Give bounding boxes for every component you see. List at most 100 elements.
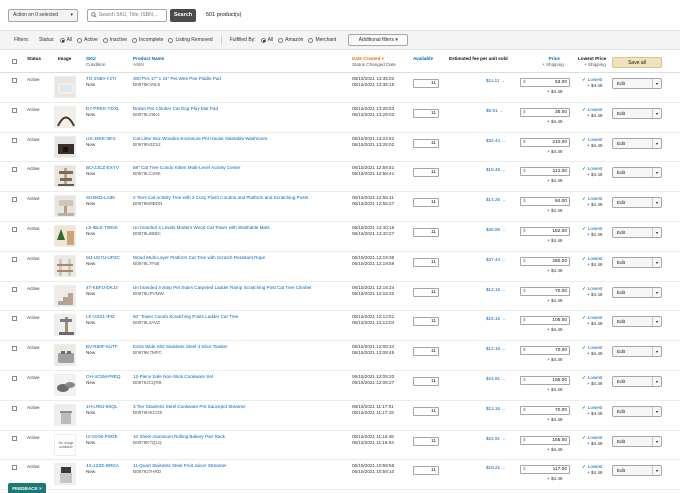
edit-dropdown[interactable]: Edit ▾ bbox=[612, 197, 662, 209]
col-product-name[interactable]: Product Name ASIN bbox=[133, 56, 164, 68]
product-name-link[interactable]: Un branded 4 Levels Modern Wood Cat Towe… bbox=[133, 225, 343, 231]
product-thumbnail[interactable] bbox=[54, 344, 76, 367]
fee-cell[interactable]: $32.44 ⌄ bbox=[486, 138, 506, 144]
price-input[interactable]: $182.00 bbox=[520, 226, 570, 236]
chevron-down-icon[interactable]: ▾ bbox=[652, 79, 661, 88]
price-input[interactable]: $155.00 bbox=[520, 375, 570, 385]
available-input[interactable]: 11 bbox=[413, 168, 439, 178]
col-sku[interactable]: SKU Condition bbox=[86, 56, 105, 68]
product-thumbnail[interactable] bbox=[54, 224, 76, 247]
row-checkbox[interactable] bbox=[12, 226, 17, 232]
edit-dropdown[interactable]: Edit ▾ bbox=[612, 78, 662, 89]
row-checkbox[interactable] bbox=[12, 137, 17, 143]
fee-cell[interactable]: $12.16 ⌄ bbox=[486, 287, 506, 293]
fee-cell[interactable]: $15.15 ⌄ bbox=[486, 316, 506, 322]
feedback-button[interactable]: FEEDBACK × bbox=[8, 483, 46, 493]
status-radio-all[interactable]: All bbox=[59, 37, 72, 43]
fee-cell[interactable]: $12.16 ⌄ bbox=[486, 406, 506, 412]
available-input[interactable]: 11 bbox=[413, 227, 439, 237]
product-thumbnail[interactable] bbox=[54, 165, 76, 188]
product-thumbnail[interactable] bbox=[54, 284, 76, 307]
product-name-link[interactable]: Cat Litter Box Wooden Enclosure Pet Hous… bbox=[133, 136, 343, 142]
row-checkbox[interactable] bbox=[12, 78, 17, 83]
price-input[interactable]: $63.00 bbox=[520, 78, 570, 87]
row-checkbox[interactable] bbox=[12, 286, 17, 292]
fee-cell[interactable]: $28.96 ⌄ bbox=[486, 227, 506, 233]
row-checkbox[interactable] bbox=[12, 256, 17, 262]
product-thumbnail[interactable] bbox=[54, 314, 76, 337]
product-name-link[interactable]: Wood Multi-Layer Platform Cat Tree with … bbox=[133, 255, 343, 261]
available-input[interactable]: 11 bbox=[413, 108, 439, 118]
fee-cell[interactable]: $37.44 ⌄ bbox=[486, 257, 506, 263]
product-name-link[interactable]: Brown Pet Climber Cat Dog Play Mat Pad bbox=[133, 106, 343, 112]
product-thumbnail[interactable] bbox=[54, 135, 76, 158]
chevron-down-icon[interactable]: ▾ bbox=[652, 227, 661, 237]
available-input[interactable]: 11 bbox=[413, 198, 439, 208]
search-box[interactable] bbox=[87, 8, 167, 22]
chevron-down-icon[interactable]: ▾ bbox=[652, 108, 661, 118]
chevron-down-icon[interactable]: ▾ bbox=[652, 287, 661, 297]
product-name-link[interactable]: 11-Quart Stainless Steel Fruit Juicer St… bbox=[133, 463, 343, 469]
chevron-down-icon[interactable]: ▾ bbox=[652, 138, 661, 148]
price-input[interactable]: $84.00 bbox=[520, 197, 570, 207]
row-checkbox[interactable] bbox=[12, 465, 17, 471]
price-input[interactable]: $70.00 bbox=[520, 346, 570, 356]
available-input[interactable]: 11 bbox=[413, 317, 439, 327]
chevron-down-icon[interactable]: ▾ bbox=[652, 406, 661, 416]
product-thumbnail[interactable] bbox=[54, 254, 76, 277]
edit-dropdown[interactable]: Edit ▾ bbox=[612, 465, 662, 477]
product-thumbnail[interactable] bbox=[54, 76, 76, 98]
row-checkbox[interactable] bbox=[12, 197, 17, 203]
price-input[interactable]: $117.00 bbox=[520, 465, 570, 475]
row-checkbox[interactable] bbox=[12, 375, 17, 381]
edit-dropdown[interactable]: Edit ▾ bbox=[612, 137, 662, 149]
chevron-down-icon[interactable]: ▾ bbox=[652, 317, 661, 327]
product-name-link[interactable]: 300 Pcs 17" x 24" Pet Wee Pee Piddle Pad bbox=[133, 76, 343, 82]
status-radio-inactive[interactable]: Inactive bbox=[102, 37, 127, 43]
available-input[interactable]: 11 bbox=[413, 376, 439, 386]
available-input[interactable]: 11 bbox=[413, 406, 439, 416]
price-input[interactable]: $105.00 bbox=[520, 316, 570, 326]
available-input[interactable]: 11 bbox=[413, 466, 439, 476]
product-thumbnail[interactable] bbox=[54, 373, 76, 396]
chevron-down-icon[interactable]: ▾ bbox=[652, 257, 661, 267]
edit-dropdown[interactable]: Edit ▾ bbox=[612, 346, 662, 358]
available-input[interactable]: 11 bbox=[413, 287, 439, 297]
fulfilled-radio-amazon[interactable]: Amazon bbox=[278, 37, 303, 43]
select-all-checkbox[interactable] bbox=[12, 59, 17, 64]
status-radio-removed[interactable]: Listing Removed bbox=[168, 37, 213, 43]
fee-cell[interactable]: $18.46 ⌄ bbox=[486, 167, 506, 173]
additional-filters-button[interactable]: Additional filters ▾ bbox=[348, 34, 409, 46]
product-name-link[interactable]: 68" Cat Tree Condo Kitten Multi-Level Ac… bbox=[133, 165, 343, 171]
product-name-link[interactable]: 12-Piece Safe Non-Stick Cookware Set bbox=[133, 374, 343, 380]
product-name-link[interactable]: 50" Tower Condo Scratching Posts Ladder … bbox=[133, 314, 343, 320]
edit-dropdown[interactable]: Edit ▾ bbox=[612, 107, 662, 119]
chevron-down-icon[interactable]: ▾ bbox=[652, 168, 661, 178]
status-radio-active[interactable]: Active bbox=[77, 37, 98, 43]
status-radio-incomplete[interactable]: Incomplete bbox=[132, 37, 163, 43]
fulfilled-radio-merchant[interactable]: Merchant bbox=[308, 37, 336, 43]
edit-dropdown[interactable]: Edit ▾ bbox=[612, 256, 662, 268]
price-input[interactable]: $260.00 bbox=[520, 256, 570, 266]
search-button[interactable]: Search bbox=[170, 8, 196, 22]
product-thumbnail[interactable] bbox=[54, 195, 76, 218]
price-input[interactable]: $112.00 bbox=[520, 167, 570, 177]
available-input[interactable]: 11 bbox=[413, 79, 439, 88]
fee-cell[interactable]: $12.16 ⌄ bbox=[486, 346, 506, 352]
row-checkbox[interactable] bbox=[12, 167, 17, 173]
product-name-link[interactable]: 3 Tier Stainless Steel Cookware Pot Sauc… bbox=[133, 404, 343, 410]
chevron-down-icon[interactable]: ▾ bbox=[652, 198, 661, 208]
available-input[interactable]: 11 bbox=[413, 138, 439, 148]
col-status[interactable]: Status bbox=[27, 56, 41, 62]
price-input[interactable]: $210.00 bbox=[520, 137, 570, 147]
search-input[interactable] bbox=[98, 12, 166, 18]
fee-cell[interactable]: $24.91 ⌄ bbox=[486, 436, 506, 442]
row-checkbox[interactable] bbox=[12, 346, 17, 352]
chevron-down-icon[interactable]: ▾ bbox=[652, 347, 661, 357]
chevron-down-icon[interactable]: ▾ bbox=[652, 466, 661, 476]
product-thumbnail[interactable]: No image available bbox=[54, 433, 76, 456]
edit-dropdown[interactable]: Edit ▾ bbox=[612, 375, 662, 387]
save-all-button[interactable]: Save all bbox=[612, 57, 662, 68]
col-date-created[interactable]: Date Created ▾ Status Changed Date bbox=[352, 56, 396, 68]
row-checkbox[interactable] bbox=[12, 316, 17, 322]
